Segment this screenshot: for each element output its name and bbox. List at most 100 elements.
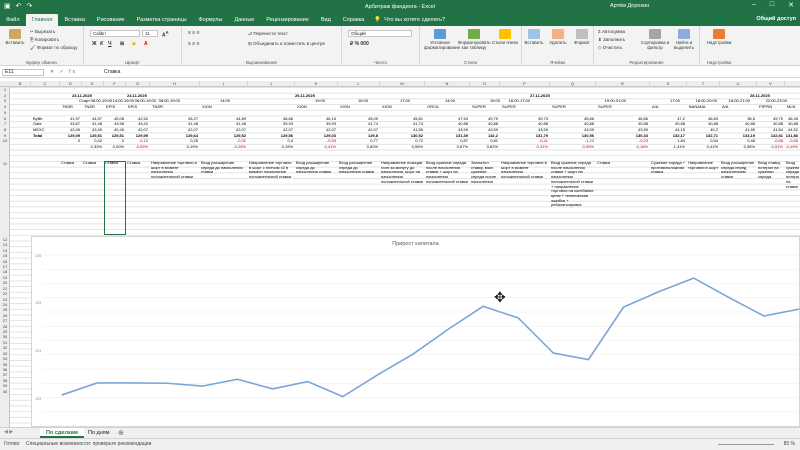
cell[interactable]: 43,42 [126,121,148,126]
cell[interactable]: XION [340,104,370,109]
cell[interactable]: 0,87 [425,138,468,143]
cell[interactable]: 45,09 [338,116,378,121]
cell[interactable]: 15:00 [468,98,500,103]
row-header[interactable]: 37 [0,372,10,377]
share-button[interactable]: Общий доступ [756,16,796,22]
cell[interactable]: 41,46 [200,121,246,126]
cell[interactable]: PIPPIN [759,104,789,109]
cell[interactable]: 130,52 [380,133,423,138]
cell[interactable]: -0,51% [757,144,783,149]
cell[interactable]: 17:00 [648,98,680,103]
cell[interactable]: 23.11.2025 [72,93,112,98]
row-header[interactable]: 34 [0,356,10,361]
copy-button[interactable]: ⎘ Копировать [30,37,59,42]
cell[interactable]: MLN [787,104,800,109]
cell[interactable]: -0,53 [295,138,336,143]
row-header[interactable]: 35 [0,362,10,367]
cell[interactable]: Total [33,133,57,138]
sheet-nav-icon[interactable]: ◀ ▶ [4,429,13,435]
tab-view[interactable]: Вид [315,14,337,26]
cell[interactable]: SUPER [598,104,628,109]
cell[interactable]: 129,64 [150,133,198,138]
cell[interactable]: 22:00-23:00 [755,98,787,103]
cell[interactable]: 42,07 [126,127,148,132]
borders-icon[interactable]: ⊞ [120,41,124,47]
cell[interactable]: XION [297,104,327,109]
cell[interactable]: 16:00-17:00 [498,98,530,103]
font-color-icon[interactable]: A [144,41,148,47]
merge-center-button[interactable]: ⊟ Объединить и поместить в центре [248,41,325,47]
cell[interactable]: 43,59 [425,127,468,132]
row-header[interactable]: 5 [0,110,10,115]
cell[interactable]: Вход расширение спреда до начисления ста… [201,161,247,235]
cell[interactable]: BANANA [689,104,719,109]
cell[interactable]: 0,54 [687,138,718,143]
cell[interactable]: 16:00 [336,98,368,103]
tab-help[interactable]: Справка [337,14,371,26]
cell[interactable]: Вход расширение спреда перед начислением… [721,161,756,235]
cell[interactable]: TNSR [152,104,182,109]
align-left-icon[interactable]: ≡ ≡ ≡ [188,41,200,47]
row-header[interactable]: 16 [0,259,10,264]
cell[interactable]: SUPER [552,104,582,109]
cell[interactable]: 19:00-01:00 [594,98,626,103]
cell[interactable]: 129,52 [200,133,246,138]
cell[interactable]: 0,41% [687,144,718,149]
cell[interactable]: 129,03 [295,133,336,138]
cell[interactable]: 132,71 [687,133,718,138]
cell[interactable]: 45,27 [150,116,198,121]
cell[interactable]: 43,45 [82,127,102,132]
cell[interactable]: 43,98 [104,121,124,126]
cell[interactable]: 43,45 [60,127,80,132]
cell[interactable]: 0,36% [720,144,755,149]
capital-data-point[interactable] [658,291,660,293]
capital-data-point[interactable] [552,352,554,354]
cell[interactable]: 42,52 [126,116,148,121]
cell[interactable]: Направление торговли в шорт с плечом х2 … [249,161,294,235]
cell[interactable]: 39,93 [248,121,293,126]
cell[interactable]: Сужение спреда + противоположная ставка [651,161,686,235]
row-header[interactable]: 27 [0,318,10,323]
cell[interactable]: 0,60% [338,144,378,149]
cell[interactable]: 17:00 [378,98,410,103]
paste-button[interactable]: Вставить [2,29,28,45]
cell[interactable]: 45,81 [380,116,423,121]
clear-button[interactable]: ◇ Очистить [598,45,622,51]
cell[interactable]: 129,8 [338,133,378,138]
cell[interactable]: 44,89 [200,116,246,121]
row-header[interactable]: 30 [0,334,10,339]
row-header[interactable]: 38 [0,378,10,383]
row-header[interactable]: 36 [0,367,10,372]
capital-series-line[interactable] [61,277,800,398]
cell[interactable]: 39,93 [295,121,336,126]
cell[interactable]: Вход расширение спреда до начисления ста… [339,161,379,235]
row-header[interactable]: 32 [0,345,10,350]
cell[interactable]: 40,45 [104,127,124,132]
cell[interactable]: 42,07 [295,127,336,132]
capital-data-point[interactable] [61,394,63,396]
cell[interactable]: 42,07 [248,127,293,132]
cell[interactable]: 0,4 [248,138,293,143]
cell[interactable]: -0,49% [785,144,798,149]
cell[interactable]: 0,00% [104,144,124,149]
cell[interactable]: 14:00 [198,98,230,103]
cond-format-button[interactable]: Условное форматирование [424,29,460,50]
cell[interactable]: Ставка [61,161,81,235]
cell[interactable]: 0,77 [338,138,378,143]
italic-button[interactable]: К [100,41,103,47]
row-header[interactable]: 7 [0,121,10,126]
cell[interactable]: 47,54 [425,116,468,121]
font-size-select[interactable]: 11 [142,30,158,37]
cell[interactable]: 131,79 [500,133,548,138]
find-select-button[interactable]: Найти и выделить [670,29,698,50]
font-name-select[interactable]: Calibri [90,30,140,37]
row-header[interactable]: 21 [0,286,10,291]
row-header[interactable]: 13 [0,242,10,247]
cell[interactable]: 38,5 [720,116,755,121]
row-header[interactable]: 4 [0,104,10,109]
cell[interactable]: 49,79 [757,116,783,121]
capital-data-point[interactable] [236,378,239,380]
row-header[interactable]: 20 [0,280,10,285]
cell[interactable]: A/A [652,104,682,109]
row-header[interactable]: 33 [0,351,10,356]
